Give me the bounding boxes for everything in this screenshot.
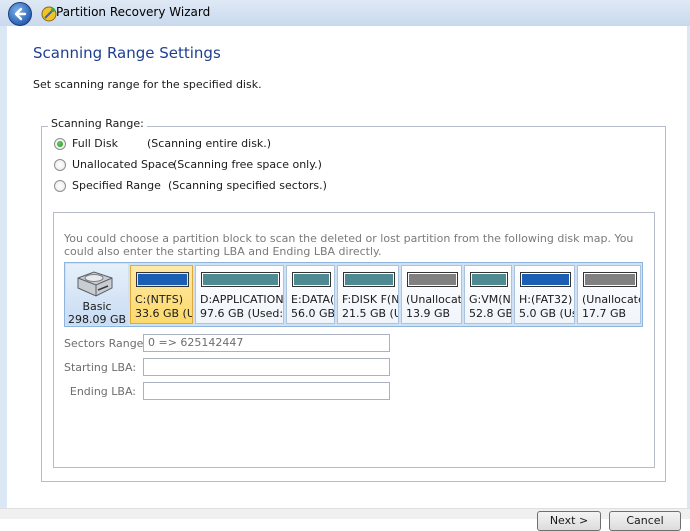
partition-detail: 56.0 GB — [291, 307, 335, 320]
partition-usage-bar — [136, 272, 189, 287]
partition-usage-bar — [292, 272, 331, 287]
disk-size: 298.09 GB — [67, 313, 127, 326]
partition-name: (Unallocate — [582, 293, 641, 306]
partition-name: F:DISK F(N — [342, 293, 399, 306]
option-label: Unallocated Space — [72, 158, 175, 171]
partition-name: (Unallocate — [406, 293, 462, 306]
disk-type: Basic — [82, 300, 112, 313]
partition-usage-bar — [520, 272, 571, 287]
partition-detail: 97.6 GB (Used: 8 — [200, 307, 284, 320]
hard-disk-icon — [77, 271, 113, 297]
partition-usage-bar — [470, 272, 508, 287]
starting-lba-field[interactable] — [143, 358, 390, 376]
partition-name: D:APPLICATION — [200, 293, 284, 306]
partition-d[interactable]: D:APPLICATION 97.6 GB (Used: 8 — [195, 265, 284, 324]
option-description: (Scanning free space only.) — [173, 158, 322, 171]
disk-map-info: You could choose a partition block to sc… — [64, 232, 634, 258]
page-title: Scanning Range Settings — [33, 44, 221, 62]
radio-button[interactable] — [54, 159, 66, 171]
partition-c[interactable]: C:(NTFS) 33.6 GB (U — [130, 265, 193, 324]
partition-usage-bar — [201, 272, 280, 287]
option-description: (Scanning specified sectors.) — [168, 179, 327, 192]
partition-name: E:DATA( — [291, 293, 335, 306]
scanning-range-label: Scanning Range: — [48, 117, 147, 130]
back-button[interactable] — [8, 2, 32, 26]
option-label: Specified Range — [72, 179, 161, 192]
partition-usage-bar — [407, 272, 458, 287]
window-title: Partition Recovery Wizard — [56, 5, 211, 19]
cancel-button[interactable]: Cancel — [609, 511, 681, 531]
partition-g[interactable]: G:VM(N 52.8 GB — [464, 265, 512, 324]
partition-e[interactable]: E:DATA( 56.0 GB — [286, 265, 335, 324]
partition-name: H:(FAT32) — [519, 293, 573, 306]
partition-unallocated-2[interactable]: (Unallocate 17.7 GB — [577, 265, 641, 324]
ending-lba-label: Ending LBA: — [69, 385, 136, 398]
next-button[interactable]: Next > — [537, 511, 601, 531]
partition-unallocated-1[interactable]: (Unallocate 13.9 GB — [401, 265, 462, 324]
partition-detail: 21.5 GB (U — [342, 307, 399, 320]
partition-detail: 5.0 GB (Use — [519, 307, 574, 320]
option-label: Full Disk — [72, 137, 118, 150]
arrow-left-icon — [14, 7, 27, 21]
partition-usage-bar — [583, 272, 637, 287]
radio-button[interactable] — [54, 138, 66, 150]
partition-name: C:(NTFS) — [135, 293, 184, 306]
partition-name: G:VM(N — [469, 293, 511, 306]
ending-lba-field[interactable] — [143, 382, 390, 400]
partition-detail: 17.7 GB — [582, 307, 627, 320]
radio-button[interactable] — [54, 180, 66, 192]
page-description: Set scanning range for the specified dis… — [33, 78, 262, 91]
partition-detail: 13.9 GB — [406, 307, 451, 320]
title-bar: Partition Recovery Wizard — [0, 0, 690, 26]
starting-lba-label: Starting LBA: — [64, 361, 137, 374]
partition-detail: 52.8 GB — [469, 307, 512, 320]
option-description: (Scanning entire disk.) — [147, 137, 272, 150]
sectors-range-label: Sectors Range: — [64, 337, 148, 350]
partition-f[interactable]: F:DISK F(N 21.5 GB (U — [337, 265, 399, 324]
partition-detail: 33.6 GB (U — [135, 307, 193, 320]
sectors-range-field: 0 => 625142447 — [143, 334, 390, 352]
partition-h[interactable]: H:(FAT32) 5.0 GB (Use — [514, 265, 575, 324]
partition-usage-bar — [343, 272, 395, 287]
wizard-app-icon — [41, 6, 57, 22]
